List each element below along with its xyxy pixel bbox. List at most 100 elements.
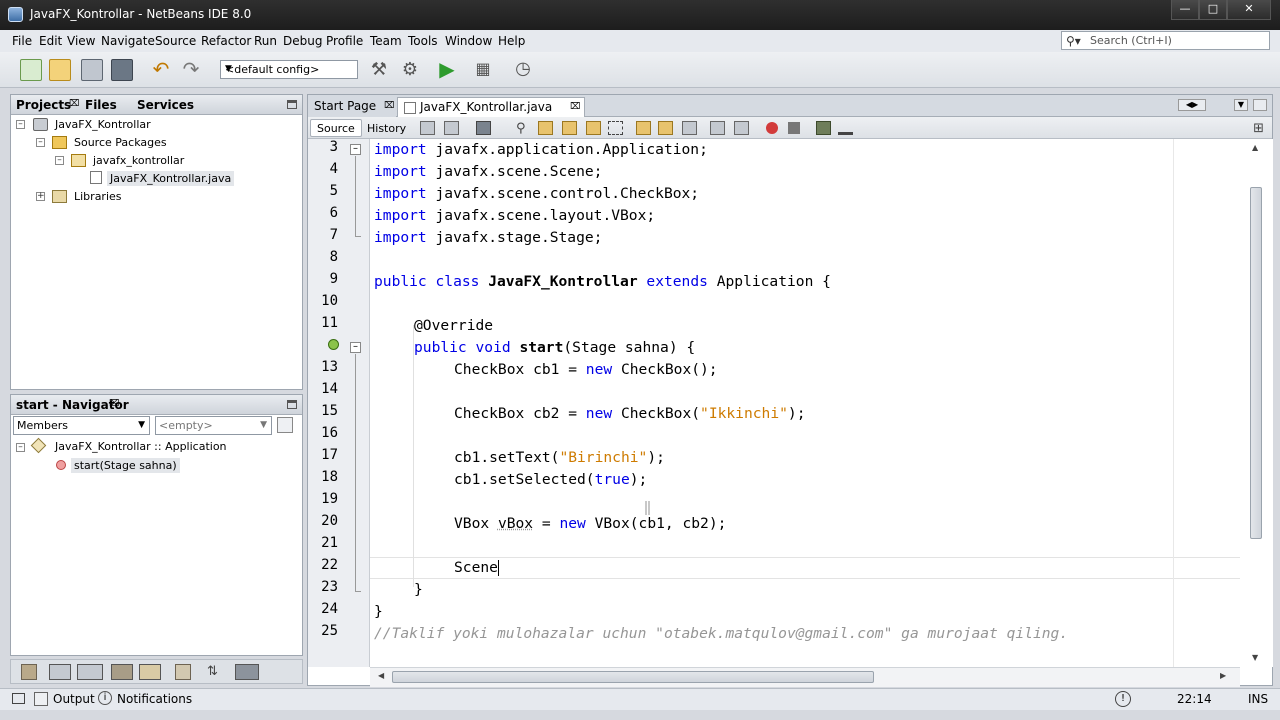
tab-projects[interactable]: Projects <box>16 98 71 112</box>
scroll-up-icon[interactable]: ▲ <box>1252 143 1258 152</box>
close-icon[interactable]: ⌧ <box>384 101 394 111</box>
collapse-toggle[interactable]: – <box>55 156 64 165</box>
new-project-icon[interactable] <box>49 59 71 81</box>
layout-icon[interactable] <box>49 664 71 680</box>
record-macro-icon[interactable] <box>766 122 778 134</box>
expand-toggle[interactable]: + <box>36 192 45 201</box>
menu-debug[interactable]: Debug <box>283 34 322 48</box>
menu-run[interactable]: Run <box>254 34 277 48</box>
tree-java-file[interactable]: JavaFX_Kontrollar.java <box>107 171 235 186</box>
fold-toggle[interactable]: – <box>350 342 361 353</box>
tree-package[interactable]: javafx_kontrollar <box>93 154 184 167</box>
scroll-thumb[interactable] <box>392 671 874 683</box>
inherited-icon[interactable] <box>175 664 191 680</box>
back-icon[interactable] <box>444 121 459 135</box>
toggle-bookmark-icon[interactable] <box>682 121 697 135</box>
minimize-panel-icon[interactable] <box>287 400 297 409</box>
menu-help[interactable]: Help <box>498 34 525 48</box>
notification-icon[interactable]: ! <box>1115 691 1131 707</box>
redo-icon[interactable]: ↷ <box>180 59 202 81</box>
scroll-tabs-icon[interactable]: ◀▶ <box>1178 99 1206 111</box>
tree-project[interactable]: JavaFX_Kontrollar <box>55 118 151 131</box>
maximize-editor-icon[interactable] <box>1253 99 1267 111</box>
menu-source[interactable]: Source <box>155 34 196 48</box>
members-select[interactable]: Members ▼ <box>13 416 150 435</box>
last-edit-icon[interactable] <box>420 121 435 135</box>
close-icon[interactable]: ⌧ <box>570 102 580 112</box>
scroll-left-icon[interactable]: ◀ <box>378 671 384 680</box>
menu-profile[interactable]: Profile <box>326 34 363 48</box>
uncomment-icon[interactable] <box>838 121 853 135</box>
scroll-down-icon[interactable]: ▼ <box>1252 653 1258 662</box>
collapse-toggle[interactable]: – <box>16 443 25 452</box>
next-bookmark-icon[interactable] <box>658 121 673 135</box>
restore-window-icon[interactable] <box>12 693 25 704</box>
open-project-icon[interactable] <box>81 59 103 81</box>
tree-libraries[interactable]: Libraries <box>74 190 122 203</box>
history-button[interactable]: History <box>360 119 413 137</box>
horizontal-scrollbar[interactable]: ◀ ▶ <box>370 667 1240 687</box>
filter-icon[interactable] <box>111 664 133 680</box>
tree-source-packages[interactable]: Source Packages <box>74 136 167 149</box>
fields-icon[interactable] <box>139 664 161 680</box>
sort-source-icon[interactable] <box>235 664 259 680</box>
hierarchy-icon[interactable] <box>21 664 37 680</box>
maximize-button[interactable]: □ <box>1199 0 1227 20</box>
forward-icon[interactable] <box>476 121 491 135</box>
profile-icon[interactable]: ◷ <box>512 59 534 81</box>
vertical-scrollbar[interactable]: ▲ ▼ <box>1240 139 1273 667</box>
tab-java-file[interactable]: JavaFX_Kontrollar.java ⌧ <box>397 97 585 117</box>
filter-select[interactable]: <empty> ▼ <box>155 416 272 435</box>
nav-method[interactable]: start(Stage sahna) <box>71 458 180 473</box>
tab-files[interactable]: Files <box>85 98 117 112</box>
menu-team[interactable]: Team <box>370 34 402 48</box>
override-annotation-icon[interactable] <box>328 339 339 350</box>
menu-edit[interactable]: Edit <box>39 34 62 48</box>
fold-toggle[interactable]: – <box>350 144 361 155</box>
close-icon[interactable]: ⌧ <box>109 399 119 409</box>
clean-build-icon[interactable]: ⚙ <box>399 59 421 81</box>
new-file-icon[interactable] <box>20 59 42 81</box>
find-icon[interactable]: ⚲ <box>516 121 531 136</box>
search-input[interactable]: ⚲▾ Search (Ctrl+I) <box>1061 31 1270 50</box>
build-icon[interactable]: ⚒ <box>368 59 390 81</box>
menu-view[interactable]: View <box>67 34 95 48</box>
scroll-right-icon[interactable]: ▶ <box>1220 671 1226 680</box>
source-button[interactable]: Source <box>310 119 362 137</box>
run-icon[interactable]: ▶ <box>436 59 458 81</box>
scroll-thumb[interactable] <box>1250 187 1262 539</box>
shift-right-icon[interactable] <box>734 121 749 135</box>
split-icon[interactable] <box>77 664 103 680</box>
menu-navigate[interactable]: Navigate <box>101 34 155 48</box>
save-all-icon[interactable] <box>111 59 133 81</box>
select-icon[interactable] <box>608 121 623 135</box>
close-button[interactable]: ✕ <box>1227 0 1271 20</box>
code-area[interactable]: import javafx.application.Application; i… <box>370 139 1240 667</box>
split-editor-icon[interactable]: ⊞ <box>1253 121 1264 136</box>
tab-services[interactable]: Services <box>137 98 194 112</box>
collapse-toggle[interactable]: – <box>36 138 45 147</box>
stop-macro-icon[interactable] <box>788 122 800 134</box>
menu-tools[interactable]: Tools <box>408 34 438 48</box>
debug-icon[interactable]: ▦ <box>472 59 494 81</box>
find-previous-icon[interactable] <box>538 121 553 135</box>
minimize-button[interactable]: — <box>1171 0 1199 20</box>
minimize-panel-icon[interactable] <box>287 100 297 109</box>
shift-left-icon[interactable] <box>710 121 725 135</box>
highlight-icon[interactable] <box>586 121 601 135</box>
nav-class[interactable]: JavaFX_Kontrollar :: Application <box>55 440 227 453</box>
prev-bookmark-icon[interactable] <box>636 121 651 135</box>
sort-icon[interactable] <box>277 417 293 433</box>
undo-icon[interactable]: ↶ <box>150 59 172 81</box>
collapse-toggle[interactable]: – <box>16 120 25 129</box>
notifications-tab[interactable]: Notifications <box>117 692 192 706</box>
sort-alpha-icon[interactable]: ⇅ <box>207 664 223 680</box>
output-tab[interactable]: Output <box>53 692 95 706</box>
show-opened-icon[interactable]: ▼ <box>1234 99 1248 111</box>
comment-icon[interactable] <box>816 121 831 135</box>
config-select[interactable]: <default config> ▼ <box>220 60 358 79</box>
menu-file[interactable]: File <box>12 34 32 48</box>
menu-window[interactable]: Window <box>445 34 492 48</box>
tab-start-page[interactable]: Start Page ⌧ <box>308 97 396 117</box>
menu-refactor[interactable]: Refactor <box>201 34 251 48</box>
